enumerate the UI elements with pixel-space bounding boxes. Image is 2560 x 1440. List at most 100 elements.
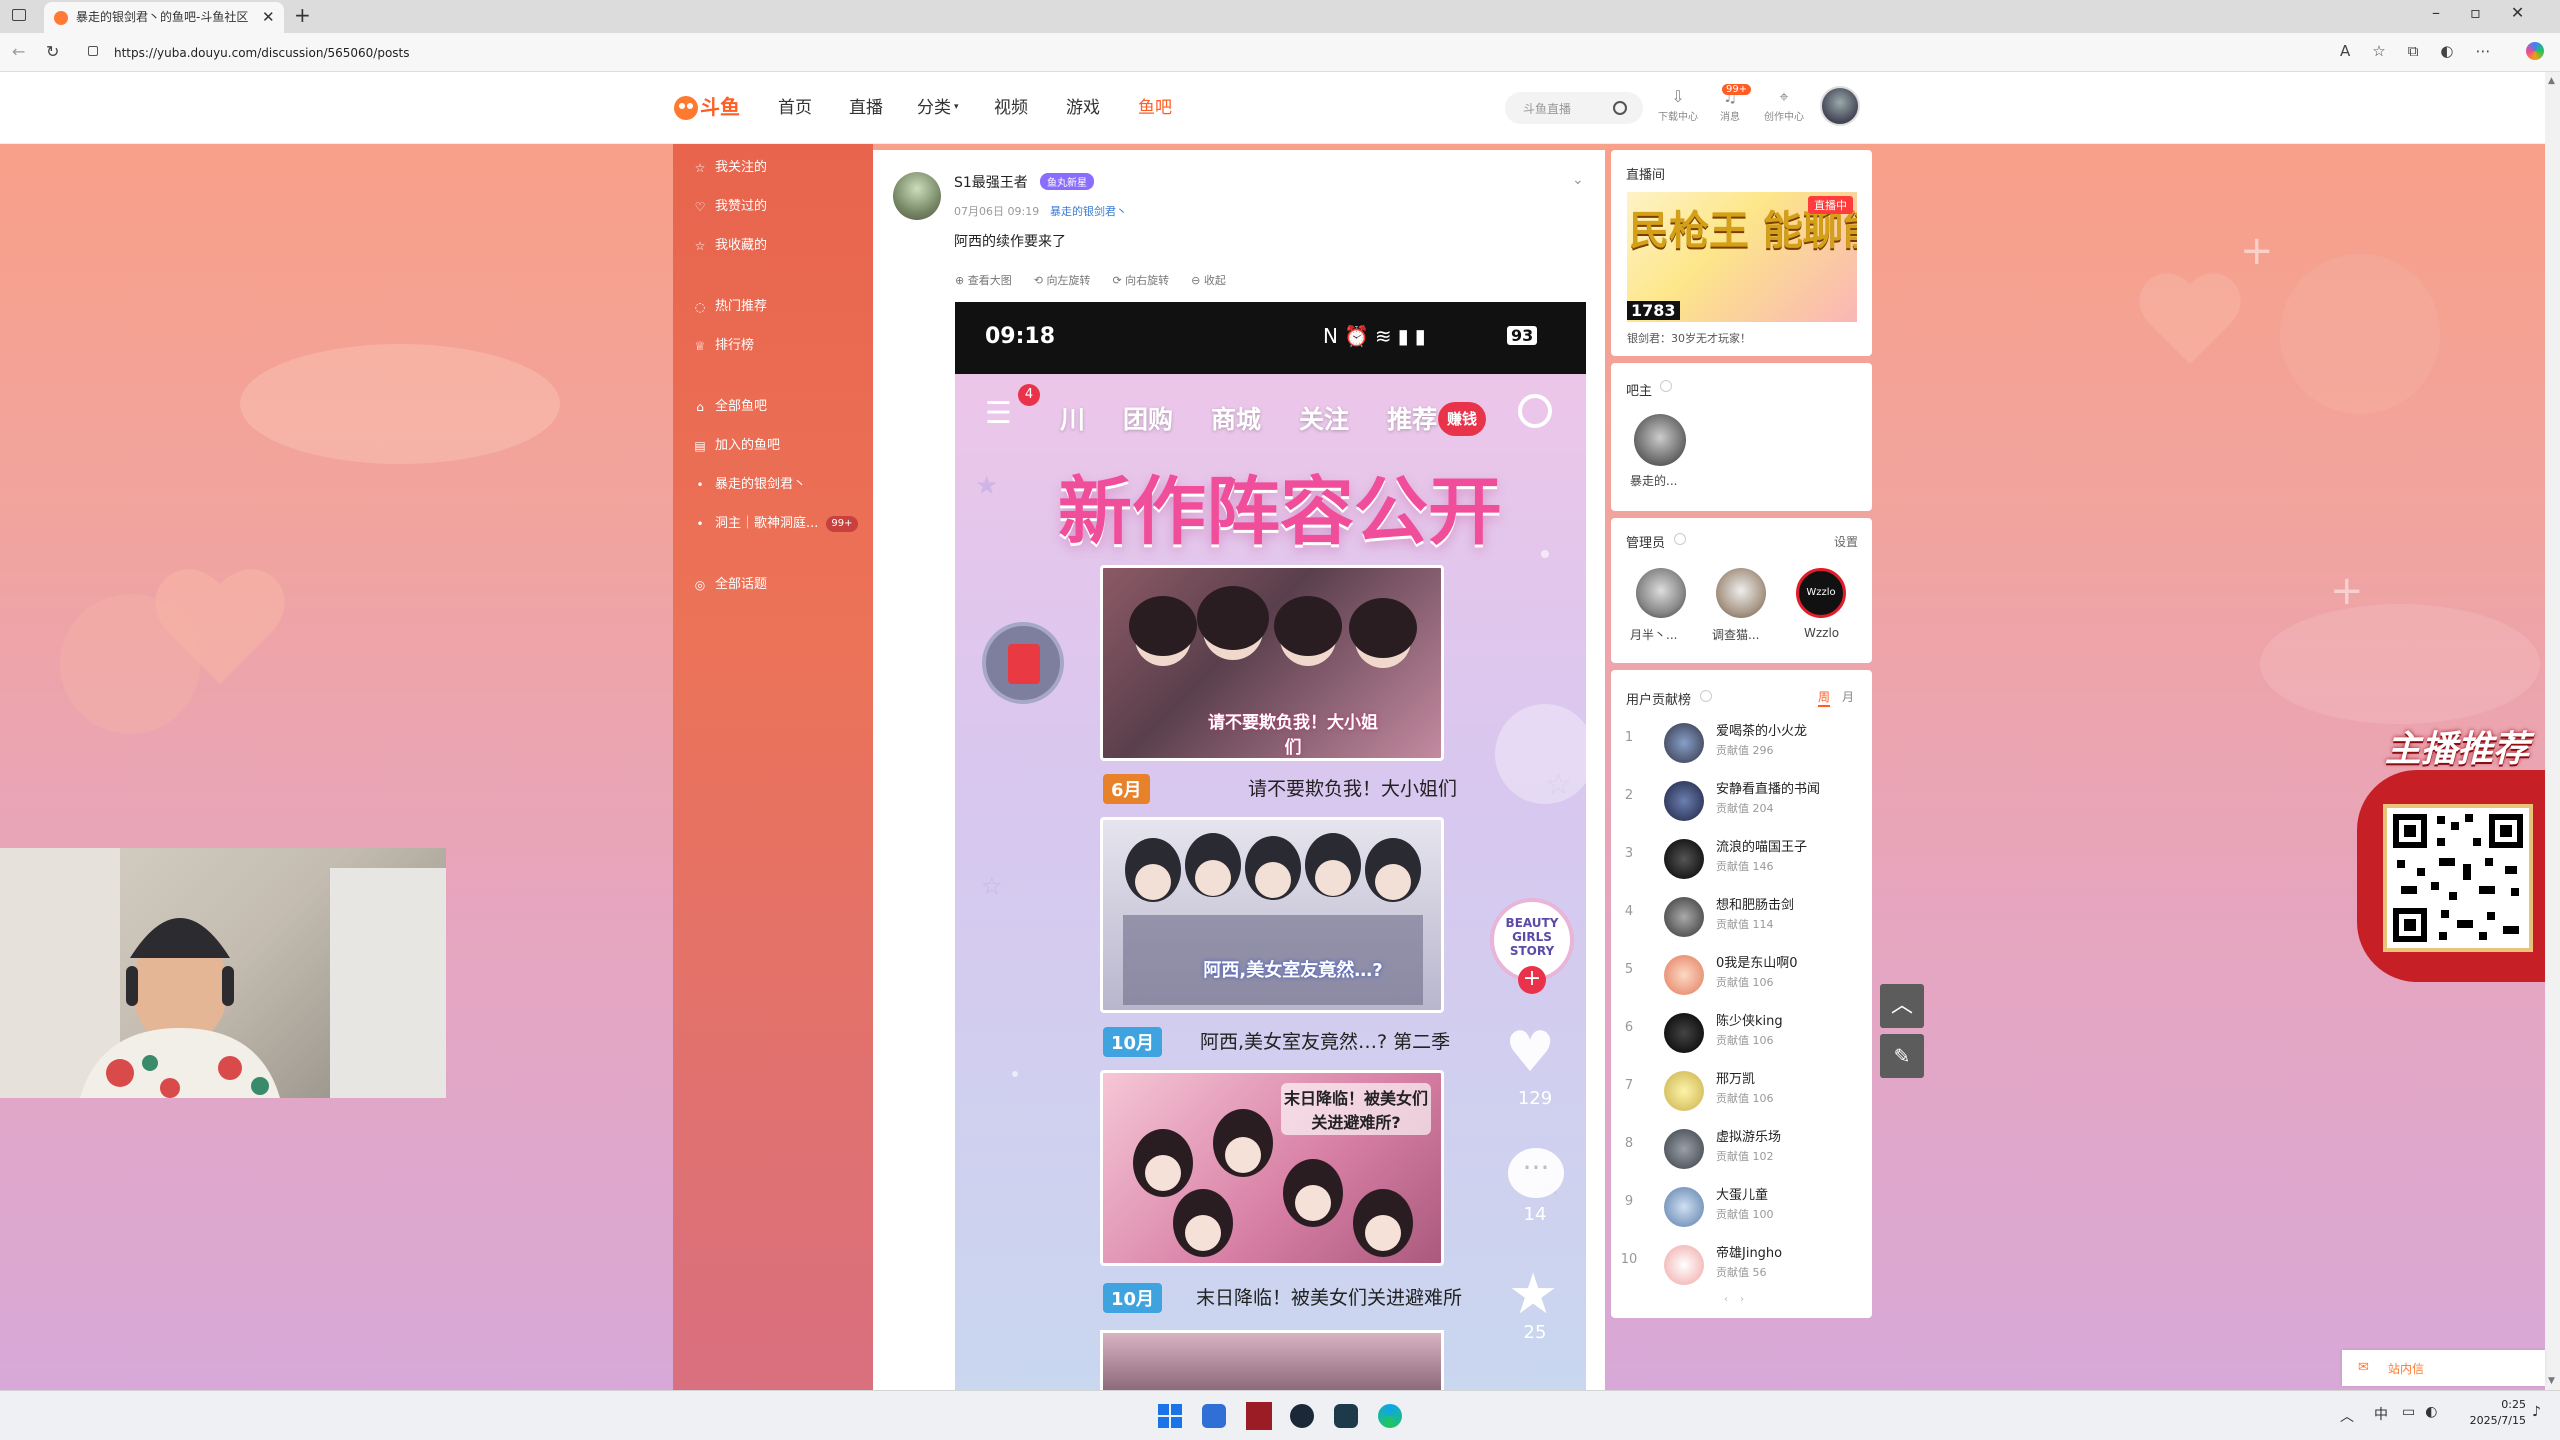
sidebar-label: 全部鱼吧 xyxy=(715,399,768,414)
admin-title: 管理员 xyxy=(1626,536,1666,551)
streamer-recommend-widget[interactable]: 主播推荐 xyxy=(2345,720,2545,982)
start-icon[interactable] xyxy=(1158,1404,1182,1428)
search-icon[interactable] xyxy=(1613,101,1627,115)
ranking-row[interactable]: 1 爱喝茶的小火龙 贡献值 296 xyxy=(1620,720,1860,770)
bluesky-icon[interactable] xyxy=(1202,1404,1226,1428)
reload-icon[interactable]: ↻ xyxy=(46,42,59,61)
admin-name-2[interactable]: 调查猫... xyxy=(1712,626,1759,643)
live-room-caption[interactable]: 银剑君：30岁无才玩家！ xyxy=(1627,330,1751,346)
back-to-top-button[interactable]: ︿ xyxy=(1880,984,1924,1028)
sidebar-label: 暴走的银剑君丶 xyxy=(715,477,807,492)
sidebar-item-all-groups[interactable]: ⌂ 全部鱼吧 xyxy=(693,395,767,419)
edge-icon[interactable] xyxy=(1378,1404,1402,1428)
author-name[interactable]: S1最强王者 xyxy=(954,172,1028,192)
browser-toolbar-icons[interactable]: A☆⧉◐⋯ xyxy=(2340,42,2513,60)
app-icon[interactable] xyxy=(1246,1402,1272,1430)
download-center[interactable]: ⇩ 下载中心 xyxy=(1650,86,1706,126)
rotate-left[interactable]: ⟲ 向左旋转 xyxy=(1034,272,1091,292)
fan-level-badge: 鱼丸新星 xyxy=(1040,173,1094,190)
write-post-button[interactable]: ✎ xyxy=(1880,1034,1924,1078)
ime-indicator[interactable]: 中 xyxy=(2374,1404,2388,1424)
owner-name[interactable]: 暴走的... xyxy=(1630,472,1677,489)
ranking-row[interactable]: 4 想和肥肠击剑 贡献值 114 xyxy=(1620,894,1860,944)
admin-avatar-3[interactable]: Wzzlo xyxy=(1796,568,1846,618)
site-info-icon[interactable] xyxy=(88,46,98,56)
douyu-logo[interactable]: 斗鱼 xyxy=(672,90,752,124)
ranking-row[interactable]: 9 大蛋儿童 贡献值 100 xyxy=(1620,1184,1860,1234)
film-3-caption: 末日降临！被美女们关进避难所 xyxy=(1196,1287,1463,1309)
new-tab-icon[interactable]: + xyxy=(294,3,311,27)
ranking-row[interactable]: 8 虚拟游乐场 贡献值 102 xyxy=(1620,1126,1860,1176)
view-full-image[interactable]: ⊕ 查看大图 xyxy=(955,272,1012,292)
window-controls[interactable]: –▫✕ xyxy=(2432,3,2554,22)
page-scrollbar[interactable]: ▲ ▼ xyxy=(2545,72,2560,1390)
post-content: 阿西的续作要来了 xyxy=(954,234,1066,250)
tab-actions-icon[interactable] xyxy=(12,9,26,21)
ranking-tab-month[interactable]: 月 xyxy=(1842,688,1854,705)
notification-bell-icon[interactable]: ♪ xyxy=(2532,1404,2541,1420)
nav-live[interactable]: 直播 xyxy=(849,96,883,120)
steam-icon[interactable] xyxy=(1290,1404,1314,1428)
url-field[interactable]: https://yuba.douyu.com/discussion/565060… xyxy=(114,43,2354,63)
ranking-row[interactable]: 3 流浪的喵国王子 贡献值 146 xyxy=(1620,836,1860,886)
sidebar-item-group-1[interactable]: • 暴走的银剑君丶 xyxy=(693,473,806,497)
network-volume-icons[interactable]: ▭◐ xyxy=(2402,1404,2447,1420)
sidebar-item-favorites[interactable]: ☆ 我收藏的 xyxy=(693,234,767,258)
sidebar-item-ranking[interactable]: ♕ 排行榜 xyxy=(693,334,754,358)
ranking-title: 用户贡献榜 xyxy=(1626,693,1692,708)
owner-avatar[interactable] xyxy=(1634,414,1686,466)
creator-center[interactable]: ⌖ 创作中心 xyxy=(1756,86,1812,126)
sidebar-item-hot[interactable]: ◌ 热门推荐 xyxy=(693,295,767,319)
owner-info-icon[interactable] xyxy=(1660,380,1672,392)
ranking-row[interactable]: 10 帝雄Jingho 贡献值 56 xyxy=(1620,1242,1860,1292)
admin-name-3[interactable]: Wzzlo xyxy=(1804,626,1839,640)
nav-home[interactable]: 首页 xyxy=(778,96,812,120)
ranking-tab-week[interactable]: 周 xyxy=(1818,688,1831,707)
ranking-info-icon[interactable] xyxy=(1700,690,1712,702)
author-avatar[interactable] xyxy=(893,172,941,220)
ranking-pager-arrows[interactable]: ‹› xyxy=(1724,1294,1756,1305)
svg-text:★: ★ xyxy=(975,471,998,501)
ranking-row[interactable]: 2 安静看直播的书闻 贡献值 204 xyxy=(1620,778,1860,828)
admin-name-1[interactable]: 月半丶... xyxy=(1630,626,1677,643)
admin-avatar-1[interactable] xyxy=(1636,568,1686,618)
nav-video[interactable]: 视频 xyxy=(994,96,1028,120)
sidebar-item-joined[interactable]: ▤ 加入的鱼吧 xyxy=(693,434,780,458)
close-tab-icon[interactable]: ✕ xyxy=(262,2,275,33)
clock-date[interactable]: 2025/7/15 xyxy=(2458,1414,2526,1427)
search-box[interactable]: 斗鱼直播 xyxy=(1505,92,1643,124)
admin-info-icon[interactable] xyxy=(1674,533,1686,545)
fire-icon: ◌ xyxy=(694,300,706,314)
back-icon[interactable]: ← xyxy=(12,42,25,61)
svg-text:☆: ☆ xyxy=(981,872,1003,900)
sidebar-item-topics[interactable]: ◎ 全部话题 xyxy=(693,573,767,597)
sidebar-item-liked[interactable]: ♡ 我赞过的 xyxy=(693,195,767,219)
post-group-link[interactable]: 暴走的银剑君丶 xyxy=(1050,203,1127,219)
site-letter-bar[interactable]: ✉ 站内信 xyxy=(2342,1350,2545,1386)
admin-settings-link[interactable]: 设置 xyxy=(1834,533,1858,550)
user-avatar[interactable] xyxy=(1820,86,1860,126)
creator-label: 创作中心 xyxy=(1764,112,1804,123)
messages[interactable]: ♫ 消息 99+ xyxy=(1712,84,1752,126)
ranking-row[interactable]: 7 邢万凯 贡献值 106 xyxy=(1620,1068,1860,1118)
sidebar-item-followed[interactable]: ☆ 我关注的 xyxy=(693,156,767,180)
collapse-image[interactable]: ⊖ 收起 xyxy=(1191,272,1226,292)
ranking-row[interactable]: 6 陈少侠king 贡献值 106 xyxy=(1620,1010,1860,1060)
browser-tab[interactable]: 暴走的银剑君丶的鱼吧-斗鱼社区 ✕ xyxy=(44,2,284,33)
obs-icon[interactable] xyxy=(1334,1404,1358,1428)
nav-yuba[interactable]: 鱼吧 xyxy=(1138,96,1172,120)
admin-avatar-2[interactable] xyxy=(1716,568,1766,618)
copilot-icon[interactable] xyxy=(2526,42,2544,60)
live-room-thumbnail[interactable]: 民枪王 能聊能打 直播中 1783 xyxy=(1627,192,1857,322)
post-menu-chevron-icon[interactable]: ⌄ xyxy=(1572,172,1584,188)
ranking-row[interactable]: 5 0我是东山啊0 贡献值 106 xyxy=(1620,952,1860,1002)
sidebar-item-group-2[interactable]: • 洞主｜歌神洞庭... 99+ xyxy=(693,512,858,536)
banner-title: 新作阵容公开 xyxy=(1058,469,1502,555)
clock-time[interactable]: 0:25 xyxy=(2486,1398,2526,1411)
rotate-right[interactable]: ⟳ 向右旋转 xyxy=(1112,272,1169,292)
nav-game[interactable]: 游戏 xyxy=(1066,96,1100,120)
nav-category[interactable]: 分类 xyxy=(917,96,951,120)
tray-up-chevron-icon[interactable]: ︿ xyxy=(2340,1406,2354,1426)
search-input[interactable]: 斗鱼直播 xyxy=(1523,100,1571,117)
phone-status-bar: 09:18 N⏰≋▮▮ 93 xyxy=(955,302,1586,374)
